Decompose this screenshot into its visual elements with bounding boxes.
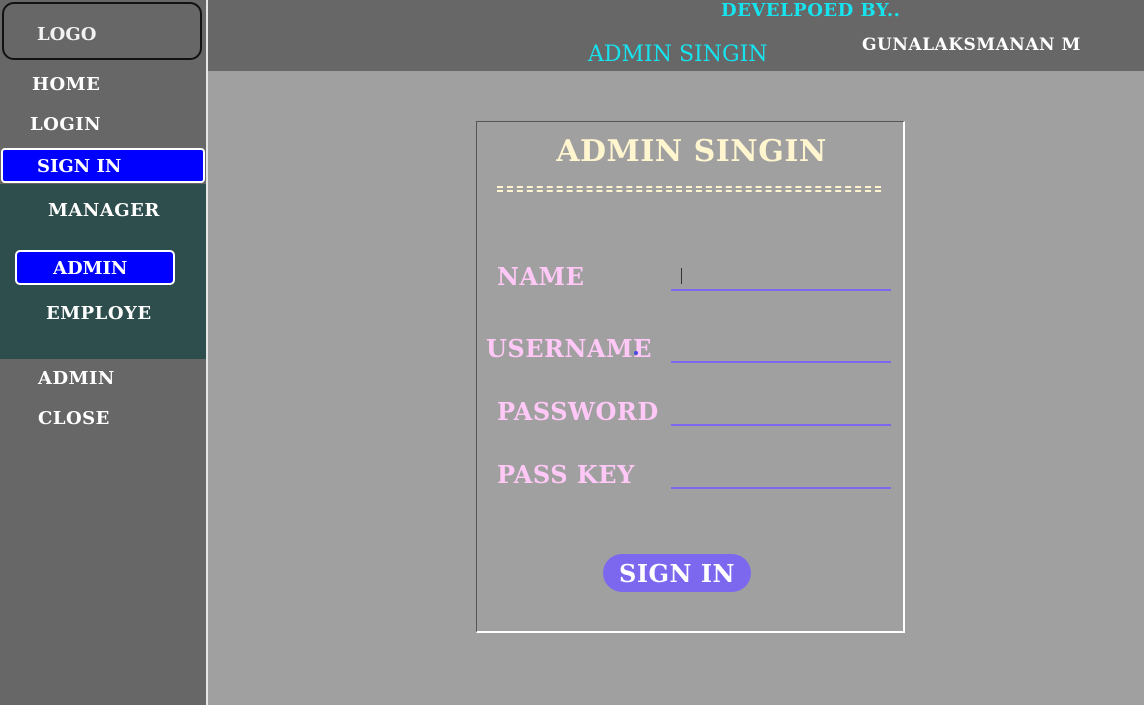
sidebar: LOGO HOME LOGIN SIGN IN MANAGER ADMIN EM… (0, 0, 206, 705)
header-title: ADMIN SINGIN (588, 42, 768, 67)
sidebar-item-sign-in-label: SIGN IN (37, 156, 122, 177)
admin-signin-panel: ADMIN SINGIN NAME USERNAME PASSWORD PASS… (476, 121, 905, 633)
header-bar: DEVELPOED BY.. ADMIN SINGIN GUNALAKSMANA… (208, 0, 1144, 71)
logo: LOGO (37, 24, 97, 45)
submenu-item-admin[interactable]: ADMIN (15, 250, 175, 285)
developer-name: GUNALAKSMANAN M (862, 35, 1081, 55)
text-caret (681, 268, 682, 284)
logo-box: LOGO (2, 2, 202, 60)
focus-dot (634, 351, 638, 355)
sidebar-item-sign-in[interactable]: SIGN IN (1, 148, 205, 183)
developed-by-label: DEVELPOED BY.. (721, 0, 901, 21)
sidebar-item-login[interactable]: LOGIN (30, 114, 101, 135)
sidebar-item-close[interactable]: CLOSE (38, 408, 110, 429)
app-window: LOGO HOME LOGIN SIGN IN MANAGER ADMIN EM… (0, 0, 1144, 705)
pass-key-label: PASS KEY (497, 460, 635, 489)
username-label: USERNAME (486, 334, 652, 363)
name-label: NAME (497, 262, 585, 291)
name-field[interactable] (671, 265, 891, 291)
submenu-item-employe[interactable]: EMPLOYE (46, 303, 152, 324)
sign-in-button[interactable]: SIGN IN (603, 554, 751, 592)
submenu-item-manager[interactable]: MANAGER (48, 200, 160, 221)
form-title: ADMIN SINGIN (556, 134, 827, 169)
username-field[interactable] (671, 337, 891, 363)
submenu-item-admin-label: ADMIN (53, 258, 128, 279)
password-field[interactable] (671, 400, 891, 426)
sidebar-item-admin[interactable]: ADMIN (38, 368, 115, 389)
sidebar-item-home[interactable]: HOME (32, 74, 100, 95)
title-divider (497, 186, 881, 192)
sidebar-divider (206, 0, 208, 705)
password-label: PASSWORD (497, 397, 659, 426)
sign-in-submenu: MANAGER ADMIN EMPLOYE (0, 184, 206, 359)
pass-key-field[interactable] (671, 463, 891, 489)
